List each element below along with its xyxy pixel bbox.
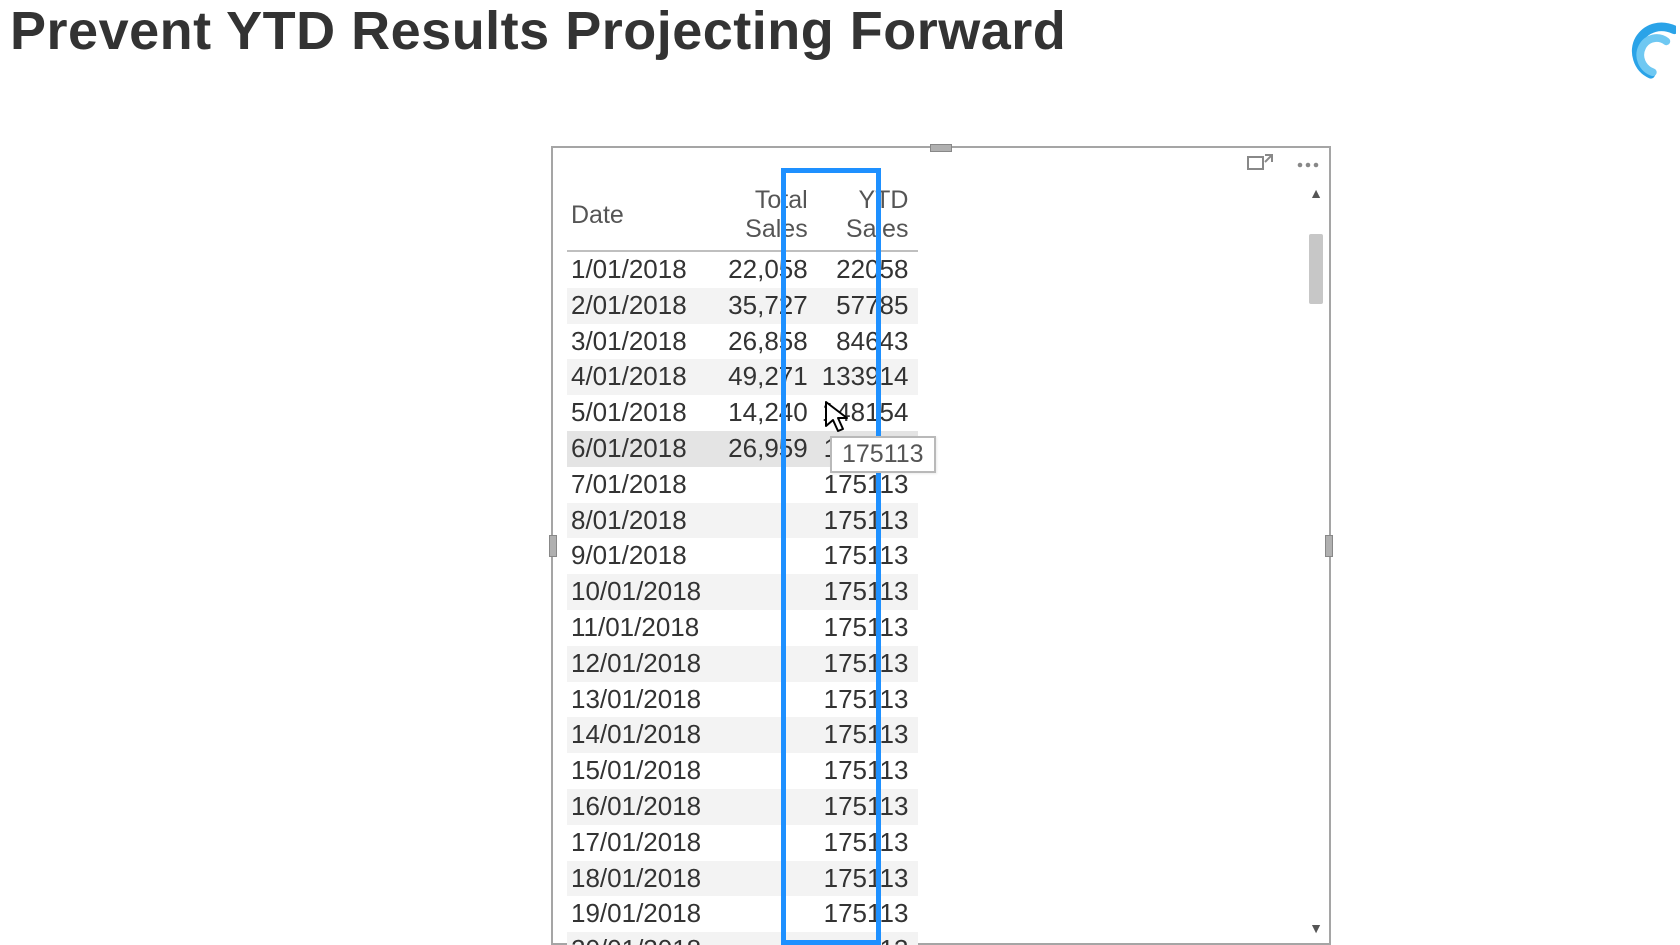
cell-ytd: 175113 bbox=[818, 825, 919, 861]
cell-total bbox=[711, 574, 818, 610]
cell-total bbox=[711, 610, 818, 646]
cell-total bbox=[711, 753, 818, 789]
table-row[interactable]: 11/01/2018 175113 bbox=[567, 610, 918, 646]
cell-date: 16/01/2018 bbox=[567, 789, 711, 825]
cell-ytd: 148154 bbox=[818, 395, 919, 431]
cell-total bbox=[711, 825, 818, 861]
table-header-row[interactable]: Date Total Sales YTD Sales bbox=[567, 184, 918, 251]
cell-ytd: 84643 bbox=[818, 324, 919, 360]
table-row[interactable]: 4/01/201849,271133914 bbox=[567, 359, 918, 395]
table-row[interactable]: 20/01/2018 175113 bbox=[567, 932, 918, 945]
table-body: 1/01/201822,058220582/01/201835,72757785… bbox=[567, 251, 918, 945]
scroll-down-arrow-icon[interactable]: ▼ bbox=[1307, 919, 1325, 937]
cell-total bbox=[711, 789, 818, 825]
cell-total: 22,058 bbox=[711, 251, 818, 288]
cell-date: 17/01/2018 bbox=[567, 825, 711, 861]
table-row[interactable]: 17/01/2018 175113 bbox=[567, 825, 918, 861]
cell-date: 11/01/2018 bbox=[567, 610, 711, 646]
cell-date: 4/01/2018 bbox=[567, 359, 711, 395]
cell-date: 18/01/2018 bbox=[567, 861, 711, 897]
cell-ytd: 175113 bbox=[818, 646, 919, 682]
cell-date: 9/01/2018 bbox=[567, 538, 711, 574]
data-table[interactable]: Date Total Sales YTD Sales 1/01/201822,0… bbox=[567, 184, 918, 945]
cell-total: 26,959 bbox=[711, 431, 818, 467]
table-row[interactable]: 18/01/2018 175113 bbox=[567, 861, 918, 897]
focus-mode-icon[interactable] bbox=[1247, 154, 1273, 176]
cell-date: 14/01/2018 bbox=[567, 717, 711, 753]
col-header-date[interactable]: Date bbox=[567, 184, 711, 251]
cell-date: 6/01/2018 bbox=[567, 431, 711, 467]
cell-ytd: 175113 bbox=[818, 717, 919, 753]
table-row[interactable]: 7/01/2018 175113 bbox=[567, 467, 918, 503]
table-row[interactable]: 3/01/201826,85884643 bbox=[567, 324, 918, 360]
vertical-scrollbar[interactable]: ▲ ▼ bbox=[1307, 184, 1325, 937]
cell-date: 19/01/2018 bbox=[567, 896, 711, 932]
cell-ytd: 175113 bbox=[818, 467, 919, 503]
scroll-thumb[interactable] bbox=[1309, 234, 1323, 304]
cell-ytd: 175113 bbox=[818, 861, 919, 897]
col-header-ytd[interactable]: YTD Sales bbox=[818, 184, 919, 251]
cell-date: 8/01/2018 bbox=[567, 503, 711, 539]
cell-total: 26,858 bbox=[711, 324, 818, 360]
cell-total bbox=[711, 682, 818, 718]
cell-ytd: 175113 bbox=[818, 932, 919, 945]
table-row[interactable]: 5/01/201814,240148154 bbox=[567, 395, 918, 431]
resize-handle-top[interactable] bbox=[930, 144, 952, 152]
cell-date: 20/01/2018 bbox=[567, 932, 711, 945]
table-visual[interactable]: ▲ ▼ Date Total Sales YTD Sales 1/01/2018… bbox=[551, 146, 1331, 945]
cell-total bbox=[711, 932, 818, 945]
cell-total bbox=[711, 646, 818, 682]
cell-total bbox=[711, 503, 818, 539]
table-row[interactable]: 19/01/2018 175113 bbox=[567, 896, 918, 932]
more-options-icon[interactable] bbox=[1295, 154, 1321, 176]
cell-total bbox=[711, 861, 818, 897]
table-row[interactable]: 9/01/2018 175113 bbox=[567, 538, 918, 574]
page-title: Prevent YTD Results Projecting Forward bbox=[10, 0, 1066, 62]
col-header-total[interactable]: Total Sales bbox=[711, 184, 818, 251]
cell-ytd: 175113 bbox=[818, 503, 919, 539]
cell-date: 10/01/2018 bbox=[567, 574, 711, 610]
cell-total: 35,727 bbox=[711, 288, 818, 324]
cell-ytd: 175113 bbox=[818, 431, 919, 467]
cell-date: 3/01/2018 bbox=[567, 324, 711, 360]
cell-ytd: 175113 bbox=[818, 574, 919, 610]
table-row[interactable]: 13/01/2018 175113 bbox=[567, 682, 918, 718]
table-row[interactable]: 1/01/201822,05822058 bbox=[567, 251, 918, 288]
cell-total bbox=[711, 538, 818, 574]
cell-total bbox=[711, 717, 818, 753]
cell-date: 7/01/2018 bbox=[567, 467, 711, 503]
cell-date: 5/01/2018 bbox=[567, 395, 711, 431]
table-row[interactable]: 15/01/2018 175113 bbox=[567, 753, 918, 789]
cell-ytd: 175113 bbox=[818, 789, 919, 825]
table-row[interactable]: 6/01/201826,959175113 bbox=[567, 431, 918, 467]
resize-handle-left[interactable] bbox=[549, 535, 557, 557]
resize-handle-right[interactable] bbox=[1325, 535, 1333, 557]
cell-ytd: 57785 bbox=[818, 288, 919, 324]
visual-header bbox=[1247, 154, 1321, 176]
cell-total bbox=[711, 467, 818, 503]
cell-ytd: 22058 bbox=[818, 251, 919, 288]
table-row[interactable]: 10/01/2018 175113 bbox=[567, 574, 918, 610]
brand-logo-icon bbox=[1618, 22, 1676, 80]
cell-total: 14,240 bbox=[711, 395, 818, 431]
cell-ytd: 175113 bbox=[818, 753, 919, 789]
cell-ytd: 175113 bbox=[818, 682, 919, 718]
scroll-up-arrow-icon[interactable]: ▲ bbox=[1307, 184, 1325, 202]
cell-total bbox=[711, 896, 818, 932]
cell-date: 2/01/2018 bbox=[567, 288, 711, 324]
cell-ytd: 133914 bbox=[818, 359, 919, 395]
cell-ytd: 175113 bbox=[818, 896, 919, 932]
table-row[interactable]: 14/01/2018 175113 bbox=[567, 717, 918, 753]
cell-total: 49,271 bbox=[711, 359, 818, 395]
table-row[interactable]: 2/01/201835,72757785 bbox=[567, 288, 918, 324]
cell-date: 15/01/2018 bbox=[567, 753, 711, 789]
table-row[interactable]: 8/01/2018 175113 bbox=[567, 503, 918, 539]
table-row[interactable]: 12/01/2018 175113 bbox=[567, 646, 918, 682]
cell-date: 1/01/2018 bbox=[567, 251, 711, 288]
cell-ytd: 175113 bbox=[818, 610, 919, 646]
cell-date: 13/01/2018 bbox=[567, 682, 711, 718]
cell-date: 12/01/2018 bbox=[567, 646, 711, 682]
table-row[interactable]: 16/01/2018 175113 bbox=[567, 789, 918, 825]
cell-ytd: 175113 bbox=[818, 538, 919, 574]
